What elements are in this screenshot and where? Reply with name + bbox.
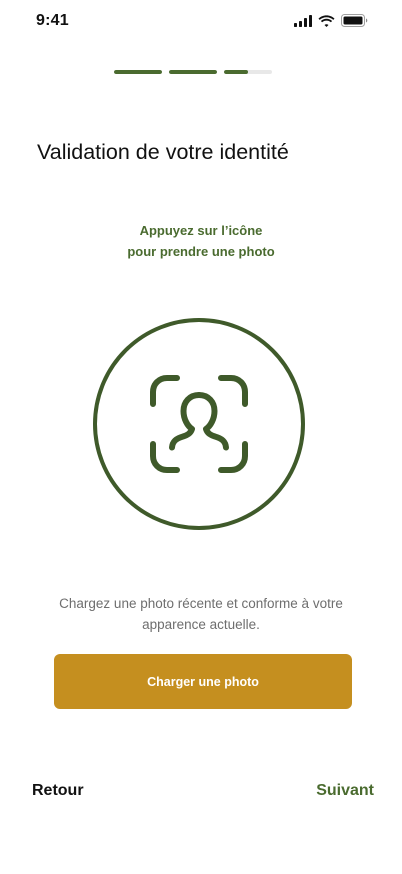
progress-step-3 [224, 70, 272, 74]
progress-step-3-fill [224, 70, 248, 74]
back-button[interactable]: Retour [32, 782, 84, 800]
status-bar: 9:41 [0, 0, 402, 44]
page-title: Validation de votre identité [37, 140, 289, 164]
step-progress [114, 70, 272, 74]
status-time: 9:41 [36, 12, 69, 29]
progress-step-1-fill [114, 70, 162, 74]
take-photo-button[interactable] [93, 318, 305, 530]
instruction-text: Appuyez sur l’icône pour prendre une pho… [0, 220, 402, 262]
signal-icon [294, 14, 312, 27]
instruction-line-2: pour prendre une photo [127, 244, 275, 259]
wifi-icon [318, 14, 335, 27]
progress-step-2 [169, 70, 217, 74]
progress-step-2-fill [169, 70, 217, 74]
progress-step-1 [114, 70, 162, 74]
instruction-line-1: Appuyez sur l’icône [139, 223, 263, 238]
status-icons [294, 14, 368, 27]
face-scan-icon [150, 375, 248, 473]
battery-icon [341, 14, 368, 27]
next-button[interactable]: Suivant [316, 782, 374, 800]
hint-text: Chargez une photo récente et conforme à … [59, 596, 343, 632]
upload-photo-button[interactable]: Charger une photo [54, 654, 352, 709]
